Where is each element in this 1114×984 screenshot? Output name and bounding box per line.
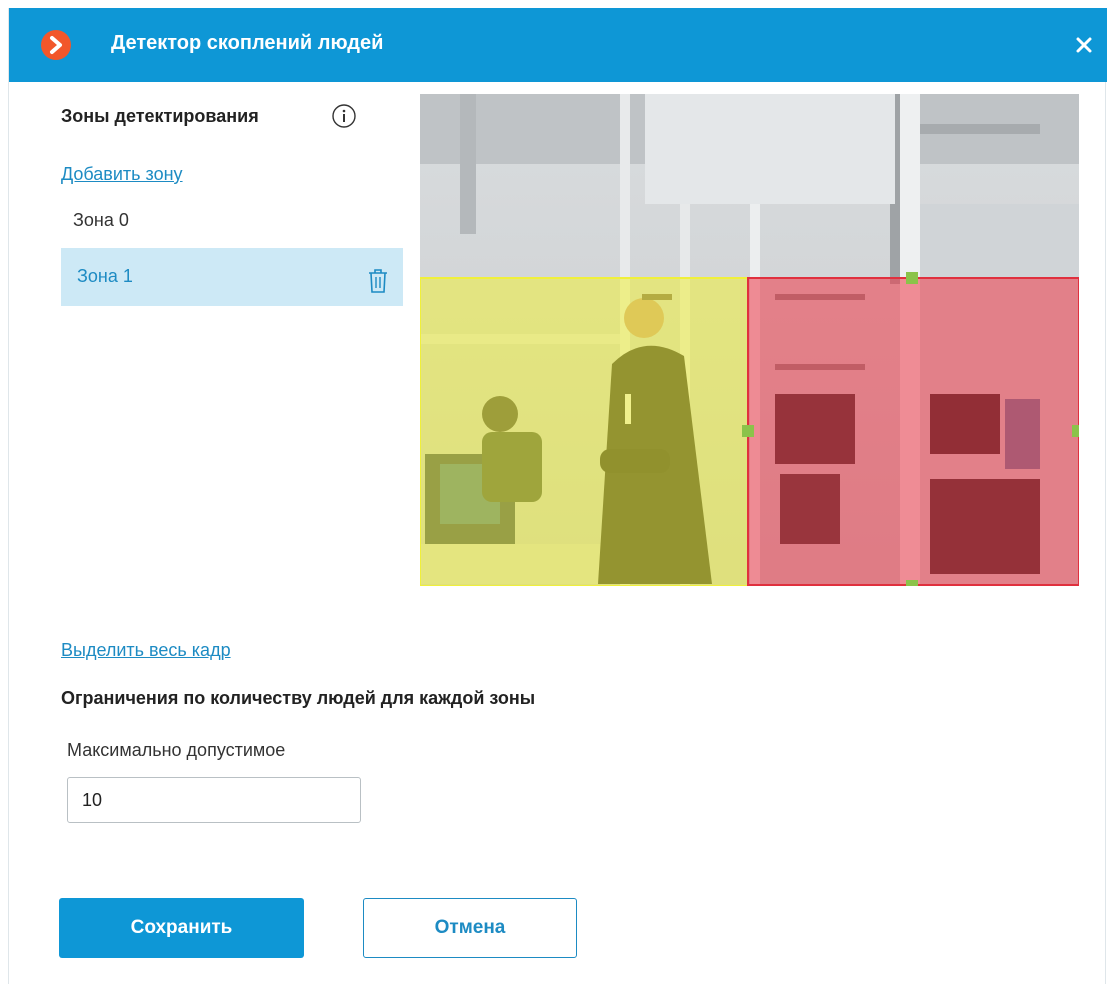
zone-label: Зона 1 [77,266,133,286]
max-allowed-input[interactable] [67,777,361,823]
zone-handle-top [906,272,918,284]
trash-icon[interactable] [367,268,389,294]
cancel-button[interactable]: Отмена [363,898,577,958]
zone-handle-right [1072,425,1084,437]
save-button[interactable]: Сохранить [59,898,304,958]
title-bar: Детектор скоплений людей [9,8,1107,82]
zone-0-overlay [419,277,749,587]
zone-1-overlay [747,277,1080,586]
zone-handle-left [742,425,754,437]
camera-preview[interactable] [419,94,1084,587]
info-icon[interactable] [331,103,357,129]
zone-handle-bottom [906,580,918,586]
add-zone-link[interactable]: Добавить зону [61,164,183,185]
select-whole-frame-link[interactable]: Выделить весь кадр [61,640,231,661]
detection-zones-heading: Зоны детектирования [61,106,259,126]
zone-label: Зона 0 [73,210,129,230]
crowd-detector-dialog: Детектор скоплений людей Зоны детектиров… [8,8,1107,984]
app-logo-icon [41,30,71,60]
max-allowed-label: Максимально допустимое [67,740,286,760]
zone-list-item-1[interactable]: Зона 1 [61,248,403,306]
zone-list-item-0[interactable]: Зона 0 [61,192,403,250]
limits-heading: Ограничения по количеству людей для кажд… [61,688,536,708]
dialog-title: Детектор скоплений людей [111,32,384,54]
close-icon[interactable] [1069,30,1099,60]
